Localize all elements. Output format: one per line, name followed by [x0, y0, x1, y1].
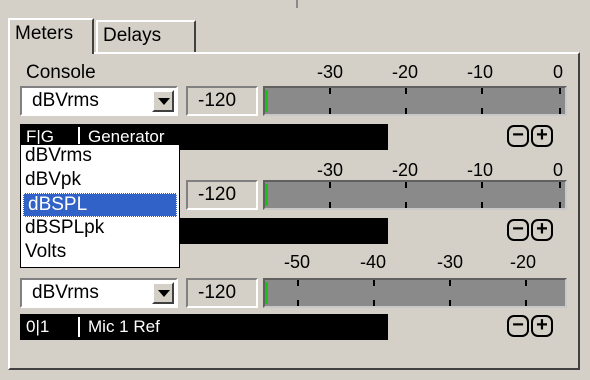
meter-tick: [481, 182, 483, 188]
meter-tick: [329, 202, 331, 208]
scale-label: 0: [553, 160, 564, 180]
unit-dropdown-3[interactable]: dBVrms: [20, 278, 178, 308]
plus-button[interactable]: +: [531, 125, 553, 147]
meter-tick: [481, 108, 483, 114]
window-frame-top: [0, 0, 590, 14]
chevron-down-icon[interactable]: [152, 282, 174, 304]
channel-strip-3[interactable]: 0|1 Mic 1 Ref: [20, 314, 388, 340]
scale-label: -20: [392, 62, 419, 82]
meter-scale-1: -30 -20 -10 0: [0, 62, 590, 84]
meter-tick: [449, 300, 451, 306]
meter-tick: [329, 108, 331, 114]
meter-tick: [559, 202, 561, 208]
minus-button[interactable]: −: [507, 219, 529, 241]
level-meter-3: [263, 278, 567, 308]
scale-label: 0: [553, 62, 564, 82]
unit-dropdown-value: dBVrms: [32, 90, 99, 111]
dropdown-option-dbspl[interactable]: dBSPL: [23, 193, 177, 217]
scale-label: -10: [467, 160, 494, 180]
plus-button[interactable]: +: [531, 219, 553, 241]
meter-tick: [405, 182, 407, 188]
scale-label: -50: [284, 252, 311, 272]
meter-tick: [449, 280, 451, 286]
level-readout-3: -120: [186, 278, 258, 308]
meter-tick: [373, 300, 375, 306]
scale-label: -40: [360, 252, 387, 272]
tab-delays[interactable]: Delays: [96, 20, 196, 52]
level-meter-2: [263, 180, 567, 210]
tab-meters[interactable]: Meters: [8, 18, 94, 54]
minus-button[interactable]: −: [507, 315, 529, 337]
meter-tick: [297, 280, 299, 286]
unit-dropdown-value: dBVrms: [32, 282, 99, 303]
meter-tick: [405, 202, 407, 208]
unit-dropdown-list: dBVrms dBVpk dBSPL dBSPLpk Volts: [20, 144, 180, 268]
unit-dropdown-1[interactable]: dBVrms: [20, 86, 178, 116]
scale-label: -30: [437, 252, 464, 272]
meter-tick: [405, 108, 407, 114]
meter-tick: [373, 280, 375, 286]
meter-tick: [481, 202, 483, 208]
scale-label: -30: [317, 62, 344, 82]
dropdown-option-dbsplpk[interactable]: dBSPLpk: [21, 217, 179, 241]
meter-tick: [525, 280, 527, 286]
scale-label: -30: [317, 160, 344, 180]
meter-tick: [329, 88, 331, 94]
meter-tick: [329, 182, 331, 188]
meter-tick: [481, 88, 483, 94]
dropdown-option-dbvrms[interactable]: dBVrms: [21, 145, 179, 169]
meter-signal-bar: [265, 282, 268, 304]
scale-label: -10: [467, 62, 494, 82]
plus-button[interactable]: +: [531, 315, 553, 337]
dropdown-option-dbvpk[interactable]: dBVpk: [21, 169, 179, 193]
minus-button[interactable]: −: [507, 125, 529, 147]
frame-notch: [296, 0, 298, 8]
channel-id: 0|1: [26, 317, 50, 336]
level-meter-1: [263, 86, 567, 116]
meter-signal-bar: [265, 90, 268, 112]
dropdown-option-volts[interactable]: Volts: [21, 241, 179, 265]
meter-tick: [525, 300, 527, 306]
meter-tick: [405, 88, 407, 94]
meter-tick: [559, 88, 561, 94]
level-readout-1: -120: [186, 86, 258, 116]
scale-label: -20: [510, 252, 537, 272]
level-readout-2: -120: [186, 180, 258, 210]
chevron-down-icon[interactable]: [152, 90, 174, 112]
scale-label: -20: [392, 160, 419, 180]
channel-separator: [78, 317, 80, 337]
channel-name: Mic 1 Ref: [88, 317, 160, 336]
meter-signal-bar: [265, 184, 268, 206]
meter-tick: [559, 108, 561, 114]
meter-tick: [297, 300, 299, 306]
meter-tick: [559, 182, 561, 188]
